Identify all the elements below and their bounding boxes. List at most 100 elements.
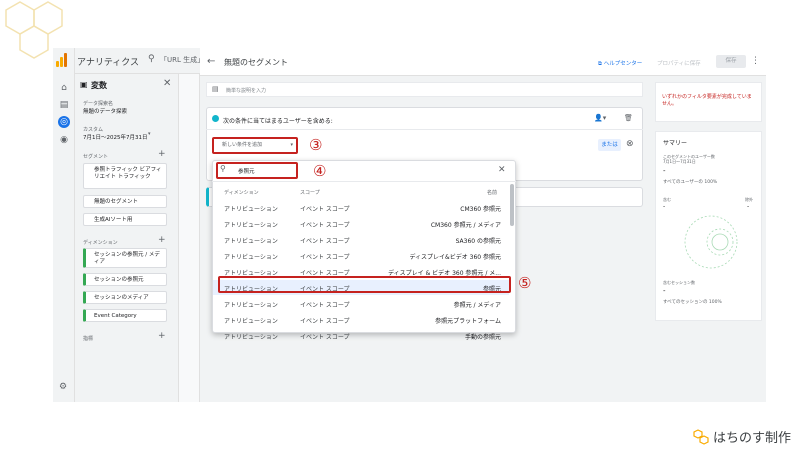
or-button[interactable]: または: [598, 139, 621, 151]
venn-diagram: [684, 215, 738, 269]
include-value: -: [663, 203, 666, 210]
screenshot-root: ⌂ ▤ ◎ ◉ アナリティクス ⚲ 「URL 生成」 ▣ 変数 ✕ データ探索名…: [0, 0, 810, 454]
divider: [206, 129, 643, 130]
segment-item[interactable]: 生成AIソート用: [83, 213, 167, 226]
save-to-property-button[interactable]: プロパティに保存: [657, 59, 701, 67]
explore-name[interactable]: 無題のデータ探索: [83, 107, 127, 115]
search-icon[interactable]: ⚲: [148, 54, 155, 64]
variables-heading: 変数: [91, 81, 107, 90]
row-dimension: アトリビューション: [224, 206, 278, 213]
analytics-logo-icon: [56, 53, 67, 67]
row-dimension: アトリビューション: [224, 302, 278, 309]
settings-gear-icon[interactable]: ⚙: [59, 382, 67, 392]
close-popup-icon[interactable]: ✕: [498, 165, 506, 175]
condition-dot-icon: [212, 115, 219, 122]
segment-item[interactable]: 無題のセグメント: [83, 195, 167, 208]
more-options-icon[interactable]: ⋮: [751, 56, 760, 66]
date-dropdown-icon[interactable]: ▾: [148, 131, 151, 137]
dimension-item[interactable]: セッションのメディア: [83, 291, 167, 304]
row-name: 参照元プラットフォーム: [435, 318, 501, 325]
close-icon[interactable]: ✕: [163, 78, 171, 89]
tab-settings-column: [179, 74, 200, 402]
dimension-row[interactable]: アトリビューション イベント スコープ CM360 参照元: [213, 200, 509, 215]
brand-name: はちのす制作: [713, 431, 792, 446]
condition-title: 次の条件に当てはまるユーザーを含める:: [223, 118, 333, 125]
dimension-row[interactable]: アトリビューション イベント スコープ ディスプレイ&ビデオ 360 参照元: [213, 248, 509, 263]
exclude-value: -: [747, 203, 750, 210]
dimensions-label: ディメンション: [83, 240, 118, 246]
search-text[interactable]: 「URL 生成」: [160, 55, 204, 65]
segment-item[interactable]: 参照トラフィック ビアフィリエイト トラフィック: [83, 163, 167, 189]
add-segment-icon[interactable]: +: [158, 149, 166, 159]
sessions-value: -: [663, 287, 666, 295]
explore-icon[interactable]: ◎: [58, 116, 70, 128]
add-metric-icon[interactable]: +: [158, 331, 166, 341]
users-range: 7月1日～7月31日: [663, 159, 696, 164]
chevron-down-icon: ▾: [290, 142, 293, 148]
remove-condition-icon[interactable]: ⊗: [626, 139, 634, 149]
row-name: CM360 参照元 / メディア: [430, 222, 501, 229]
users-value: -: [663, 167, 666, 175]
users-pct: すべてのユーザーの 100%: [663, 180, 718, 185]
date-custom-label: カスタム: [83, 127, 104, 133]
description-placeholder: 簡単な説明を入力: [226, 88, 267, 94]
home-icon[interactable]: ⌂: [58, 82, 70, 94]
advertising-icon[interactable]: ◉: [58, 134, 70, 146]
metrics-label: 指標: [83, 336, 94, 342]
help-center-label: ヘルプセンター: [603, 61, 643, 67]
dimension-row[interactable]: アトリビューション イベント スコープ 参照元 / メディア: [213, 296, 509, 311]
row-scope: イベント スコープ: [300, 302, 350, 309]
scrollbar[interactable]: [510, 184, 514, 226]
row-dimension: アトリビューション: [224, 238, 278, 245]
dimension-row[interactable]: アトリビューション イベント スコープ 参照元プラットフォーム: [213, 312, 509, 327]
row-scope: イベント スコープ: [300, 334, 350, 341]
column-header-name: 名前: [487, 190, 498, 196]
annotation-4: ④: [313, 162, 327, 180]
add-condition-dropdown[interactable]: 新しい条件を追加 ▾: [212, 137, 298, 154]
row-scope: イベント スコープ: [300, 254, 350, 261]
row-name: ディスプレイ&ビデオ 360 参照元: [409, 254, 501, 261]
row-scope: イベント スコープ: [300, 318, 350, 325]
dimension-row[interactable]: アトリビューション イベント スコープ SA360 の参照元: [213, 232, 509, 247]
annotation-3: ③: [309, 136, 323, 154]
column-header-scope: スコープ: [300, 190, 320, 196]
sessions-pct: すべてのセッションの 100%: [663, 300, 722, 305]
row-dimension: アトリビューション: [224, 222, 278, 229]
nav-rail: ⌂ ▤ ◎ ◉: [53, 48, 75, 402]
warning-text: いずれかのフィルタ要素が完成していません。: [662, 94, 752, 107]
description-icon: ▤: [212, 85, 219, 93]
dimension-item[interactable]: セッションの参照元 / メディア: [83, 248, 167, 268]
highlight-box: [218, 276, 511, 293]
segments-label: セグメント: [83, 154, 109, 160]
column-header-dimension: ディメンション: [224, 190, 259, 196]
row-name: SA360 の参照元: [455, 238, 501, 245]
row-name: CM360 参照元: [460, 206, 501, 213]
dimension-row[interactable]: アトリビューション イベント スコープ CM360 参照元 / メディア: [213, 216, 509, 231]
save-button[interactable]: 保存: [716, 55, 746, 68]
brand-footer: はちのす制作: [693, 427, 791, 446]
person-dropdown-icon[interactable]: 👤▾: [594, 114, 606, 122]
dimension-item[interactable]: Event Category: [83, 309, 167, 322]
app-title: アナリティクス: [77, 58, 140, 68]
add-dimension-icon[interactable]: +: [158, 235, 166, 245]
description-field[interactable]: [206, 82, 643, 97]
dimension-search-value[interactable]: 参照元: [238, 167, 255, 175]
back-arrow-icon[interactable]: ←: [207, 56, 215, 67]
honeycomb-logo-icon: [693, 428, 709, 445]
dimension-search-input[interactable]: [216, 162, 298, 179]
annotation-5: ⑤: [518, 274, 532, 292]
date-range[interactable]: 7月1日～2025年7月31日: [83, 133, 148, 141]
dimension-row[interactable]: アトリビューション イベント スコープ 手動の参照元: [213, 328, 509, 343]
divider: [212, 181, 516, 182]
search-icon: ⚲: [220, 164, 226, 173]
trash-icon[interactable]: 🗑: [624, 114, 633, 122]
dimension-item[interactable]: セッションの参照元: [83, 273, 167, 286]
row-dimension: アトリビューション: [224, 254, 278, 261]
variables-icon: ▣: [80, 80, 88, 89]
reports-icon[interactable]: ▤: [58, 99, 70, 111]
help-center-link[interactable]: ⧉ ヘルプセンター: [598, 59, 642, 68]
sessions-label: 含むセッション数: [663, 280, 695, 285]
segment-title[interactable]: 無題のセグメント: [224, 57, 288, 68]
add-condition-label: 新しい条件を追加: [222, 142, 263, 148]
row-scope: イベント スコープ: [300, 238, 350, 245]
